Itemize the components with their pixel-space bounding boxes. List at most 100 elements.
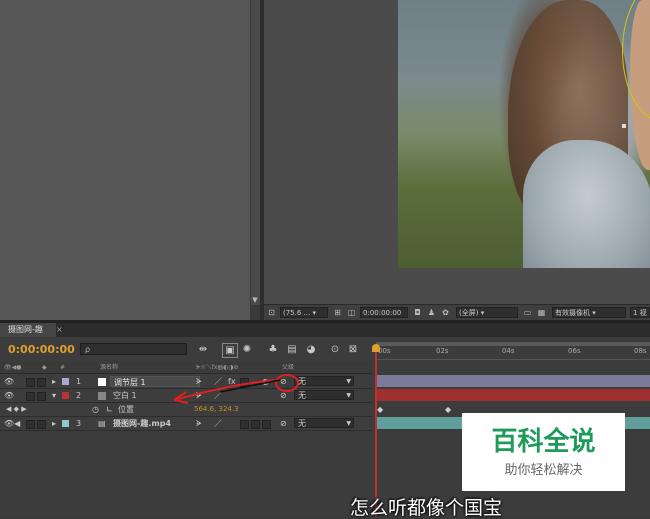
shy-switch-icon[interactable]: ᗓ bbox=[196, 417, 202, 430]
parent-value: 无 bbox=[298, 419, 306, 428]
label-color-swatch[interactable] bbox=[62, 378, 69, 385]
lock-switch[interactable] bbox=[37, 378, 46, 387]
quality-switch-icon[interactable]: ／ bbox=[214, 417, 222, 430]
layer-type-icon bbox=[98, 392, 106, 400]
label-column-icon[interactable]: ◆ bbox=[42, 362, 47, 373]
motion-blur-icon[interactable]: ◕ bbox=[304, 343, 318, 356]
lock-switch[interactable] bbox=[37, 392, 46, 401]
layer-number: 1 bbox=[76, 377, 82, 386]
transparency-grid-icon[interactable]: ▦ bbox=[536, 307, 547, 318]
parent-value: 无 bbox=[298, 391, 306, 400]
viewer-toolbar: ⊡ (75.6 ... ▾ ⊞ ◫ 0:00:00:00 ◘ ♟ ✿ (全屏) … bbox=[264, 304, 650, 321]
visibility-eye-icon[interactable]: 👁 bbox=[4, 375, 14, 388]
project-panel bbox=[0, 0, 250, 320]
brainstorm-icon[interactable]: ⊠ bbox=[346, 343, 360, 356]
mask-visibility-icon[interactable]: ◫ bbox=[346, 307, 357, 318]
parent-dropdown[interactable]: 无 ▼ bbox=[294, 418, 354, 428]
number-column-icon[interactable]: # bbox=[60, 362, 65, 373]
visibility-eye-icon[interactable]: 👁 bbox=[4, 389, 14, 402]
views-dropdown[interactable]: 1 视 bbox=[630, 307, 650, 318]
footage-shirt bbox=[523, 140, 650, 268]
property-name: 位置 bbox=[118, 405, 134, 414]
resolution-dropdown[interactable]: (全屏) ▾ bbox=[456, 307, 518, 318]
lock-switch[interactable] bbox=[37, 420, 46, 429]
ruler-tick: 08s bbox=[634, 347, 647, 355]
expand-arrow-icon[interactable]: ▾ bbox=[52, 389, 56, 402]
frame-blending-icon[interactable]: ▤ bbox=[285, 343, 299, 356]
solo-switch[interactable] bbox=[26, 420, 35, 429]
footage-frame bbox=[398, 0, 650, 268]
keyframe-icon[interactable]: ◆ bbox=[445, 405, 451, 414]
stopwatch-icon[interactable]: ◷ bbox=[92, 403, 99, 416]
ruler-tick: 02s bbox=[436, 347, 449, 355]
watermark-logo: 百科全说 助你轻松解决 bbox=[462, 413, 625, 491]
resolution-value: (全屏) bbox=[459, 309, 479, 317]
parent-value: 无 bbox=[298, 377, 306, 386]
camera-snapshot-icon[interactable]: ◘ bbox=[412, 307, 423, 318]
ruler-tick: 04s bbox=[502, 347, 515, 355]
layer-number: 2 bbox=[76, 391, 82, 400]
grid-icon[interactable]: ⊞ bbox=[332, 307, 343, 318]
timeline-tab-bar bbox=[0, 323, 650, 337]
zoom-value: (75.6 ... bbox=[283, 309, 311, 317]
expand-arrow-icon[interactable]: ▸ bbox=[52, 375, 56, 388]
graph-editor-icon[interactable]: ⊙ bbox=[328, 343, 342, 356]
tab-close-icon[interactable]: × bbox=[56, 323, 64, 337]
av-features-icon[interactable]: 👁◀● bbox=[4, 362, 21, 373]
shy-layers-icon[interactable]: ♣ bbox=[266, 343, 280, 356]
region-of-interest-icon[interactable]: ▭ bbox=[522, 307, 533, 318]
expand-arrow-icon[interactable]: ▸ bbox=[52, 417, 56, 430]
adjustment-switch[interactable] bbox=[251, 420, 260, 429]
layer-search-input[interactable]: ρ bbox=[80, 343, 187, 355]
work-area-bar[interactable] bbox=[376, 342, 650, 346]
layer-bar-adjustment[interactable] bbox=[377, 375, 650, 387]
layer-name[interactable]: 空白 1 bbox=[113, 389, 137, 402]
dropdown-arrow-icon: ▼ bbox=[346, 378, 351, 385]
layer-number: 3 bbox=[76, 419, 82, 428]
zoom-dropdown[interactable]: (75.6 ... ▾ bbox=[280, 307, 328, 318]
keyframe-icon[interactable]: ◆ bbox=[377, 405, 383, 414]
current-time-display[interactable]: 0:00:00:00 bbox=[8, 343, 75, 356]
dropdown-arrow-icon: ▼ bbox=[346, 392, 351, 399]
playhead[interactable] bbox=[375, 344, 377, 517]
camera-dropdown[interactable]: 有效摄像机 ▾ bbox=[552, 307, 626, 318]
layer-name[interactable]: 摄图网-趣.mp4 bbox=[113, 417, 171, 430]
playhead-handle[interactable] bbox=[372, 344, 380, 352]
always-preview-icon[interactable]: ⊡ bbox=[266, 307, 277, 318]
solo-switch[interactable] bbox=[26, 392, 35, 401]
keyframe-navigator-icon[interactable]: ◀ ◆ ▶ bbox=[6, 403, 27, 416]
3d-layer-switch-icon[interactable]: ⊘ bbox=[280, 417, 287, 430]
composition-viewer[interactable] bbox=[264, 0, 650, 304]
label-color-swatch[interactable] bbox=[62, 392, 69, 399]
show-snapshot-icon[interactable]: ♟ bbox=[426, 307, 437, 318]
motion-blur-switch[interactable] bbox=[240, 420, 249, 429]
layer-row[interactable]: 👁◀ ▸ 3 ▤ 摄图网-趣.mp4 ᗓ ／ ⊘ 无 ▼ bbox=[0, 417, 372, 431]
parent-dropdown[interactable]: 无 ▼ bbox=[294, 376, 354, 386]
camera-value: 有效摄像机 bbox=[555, 309, 590, 317]
scroll-down-arrow-icon[interactable]: ▼ bbox=[250, 295, 260, 305]
parent-dropdown[interactable]: 无 ▼ bbox=[294, 390, 354, 400]
dropdown-arrow-icon: ▼ bbox=[346, 420, 351, 427]
tab-composition[interactable]: 摄图网-趣 bbox=[0, 323, 56, 337]
viewer-timecode[interactable]: 0:00:00:00 bbox=[360, 307, 408, 318]
tree-line-icon: ∟ bbox=[106, 405, 113, 414]
3d-switch[interactable] bbox=[262, 420, 271, 429]
layer-type-icon bbox=[98, 378, 106, 386]
video-subtitle: 怎么听都像个国宝 bbox=[350, 497, 503, 519]
solo-switch[interactable] bbox=[26, 378, 35, 387]
footage-file-icon: ▤ bbox=[98, 419, 106, 428]
mask-vertex[interactable] bbox=[622, 124, 626, 128]
annotation-arrow bbox=[173, 379, 281, 404]
watermark-title: 百科全说 bbox=[491, 427, 596, 457]
draft-3d-icon[interactable]: ✺ bbox=[240, 343, 254, 356]
layer-bar-solid[interactable] bbox=[377, 389, 650, 401]
live-update-icon[interactable]: ▣ bbox=[222, 343, 238, 358]
visibility-audio-icon[interactable]: 👁◀ bbox=[4, 417, 20, 430]
time-ruler[interactable]: 00s 02s 04s 06s 08s bbox=[376, 347, 650, 360]
composition-mini-flowchart-icon[interactable]: ⇹ bbox=[196, 343, 210, 356]
watermark-subtitle: 助你轻松解决 bbox=[504, 463, 583, 478]
ruler-tick: 06s bbox=[568, 347, 581, 355]
label-color-swatch[interactable] bbox=[62, 420, 69, 427]
color-channel-icon[interactable]: ✿ bbox=[440, 307, 451, 318]
source-name-header[interactable]: 源名称 bbox=[100, 362, 118, 373]
